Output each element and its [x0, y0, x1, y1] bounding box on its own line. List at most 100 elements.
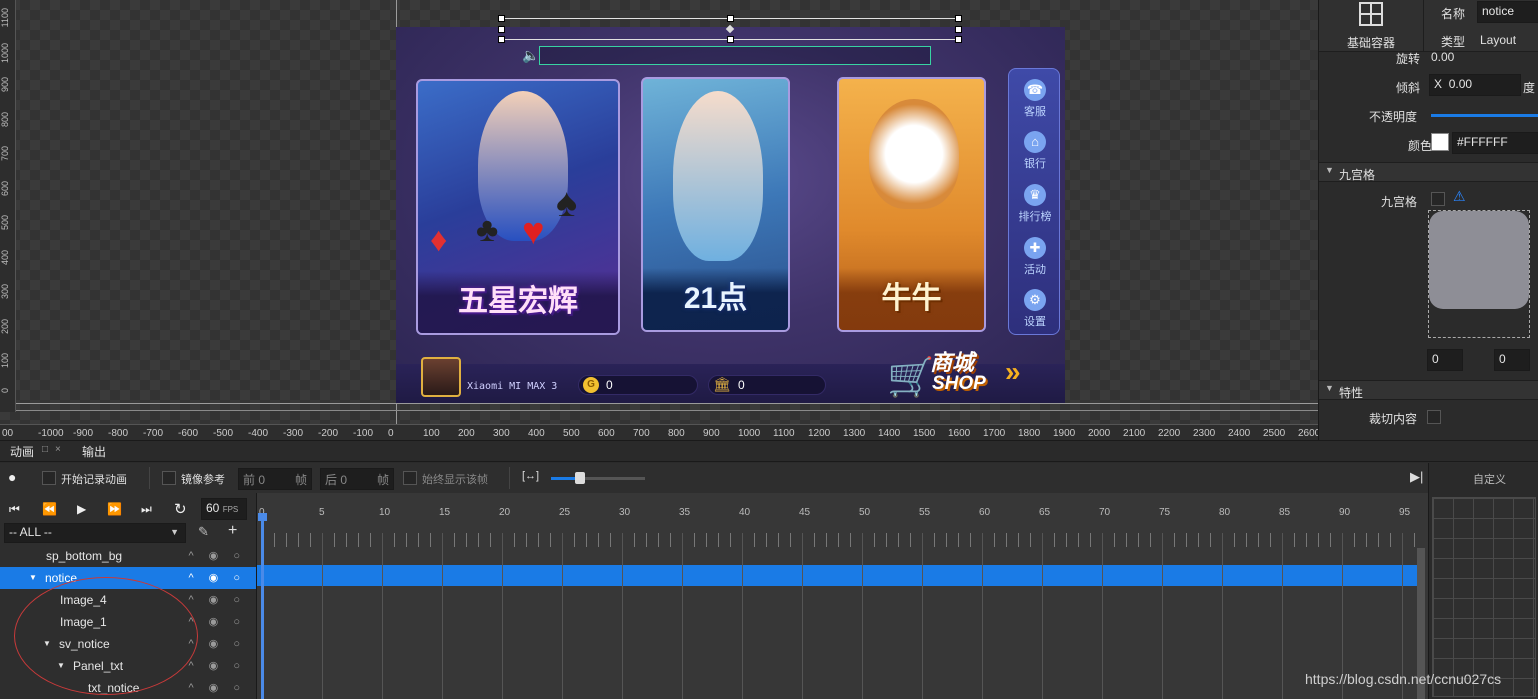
- resize-handle[interactable]: [955, 26, 962, 33]
- ruler-tick-label: 800: [668, 428, 685, 439]
- frame-tick: [814, 533, 815, 547]
- avatar[interactable]: [421, 357, 461, 397]
- add-icon[interactable]: +: [228, 522, 237, 540]
- record-checkbox[interactable]: [42, 471, 56, 485]
- game-card-21[interactable]: 21点: [641, 77, 790, 332]
- frame-tick: [478, 533, 479, 547]
- resize-handle[interactable]: [727, 36, 734, 43]
- play-icon[interactable]: ▶: [77, 502, 86, 516]
- warning-icon: ⚠: [1453, 188, 1466, 204]
- menu-item-events[interactable]: ✚ 活动: [1009, 237, 1061, 277]
- scene-canvas[interactable]: 1100 1000 900 800 700 600 500 400 300 200 100 0 🔈 ♦…: [0, 0, 1318, 440]
- section-title: 特性: [1339, 386, 1364, 400]
- color-field[interactable]: #FFFFFF: [1452, 132, 1538, 154]
- frame-tick: [394, 533, 395, 547]
- resize-handle[interactable]: [498, 15, 505, 22]
- frame-gridline: [862, 533, 863, 699]
- frame-number: 80: [1219, 507, 1231, 518]
- ruler-tick-label: 00: [2, 428, 14, 439]
- close-icon[interactable]: ×: [55, 444, 61, 455]
- ruler-tick-label: 0: [388, 428, 394, 439]
- last-frame-icon[interactable]: ⏭: [141, 502, 152, 517]
- ruler-tick-label: 300: [0, 284, 10, 300]
- ruler-tick-label: -500: [213, 428, 234, 439]
- always-show-checkbox[interactable]: [403, 471, 417, 485]
- next-frame-icon[interactable]: ⏩: [107, 502, 122, 516]
- frame-tick: [778, 533, 779, 547]
- menu-item-service[interactable]: ☎ 客服: [1009, 79, 1061, 119]
- first-frame-icon[interactable]: ⏮: [9, 502, 20, 517]
- layer-visibility-icons[interactable]: ^ ◉ ○: [188, 655, 246, 677]
- menu-item-bank[interactable]: ⌂ 银行: [1009, 131, 1061, 171]
- frame-tick: [406, 533, 407, 547]
- frame-tick: [574, 533, 575, 547]
- horizontal-ruler: 00 -1000 -900 -800 -700 -600 -500 -400 -300 -200-…: [0, 424, 1318, 440]
- section-properties[interactable]: ▼ 特性: [1319, 380, 1538, 400]
- clip-label: 裁切内容: [1369, 412, 1418, 426]
- frame-tick: [538, 533, 539, 547]
- resize-handle[interactable]: [955, 15, 962, 22]
- maximize-icon[interactable]: □: [42, 444, 48, 455]
- frame-tick: [598, 533, 599, 547]
- before-frames-field[interactable]: 前 0 帧: [238, 468, 312, 490]
- pencil-icon[interactable]: ✎: [198, 524, 209, 540]
- frame-tick: [874, 533, 875, 547]
- layer-visibility-icons[interactable]: ^ ◉ ○: [188, 567, 246, 589]
- opacity-slider[interactable]: [1431, 114, 1538, 117]
- nine-slice-left[interactable]: 0: [1427, 349, 1463, 371]
- zoom-slider-thumb[interactable]: [575, 472, 585, 484]
- notice-bar[interactable]: [539, 46, 931, 65]
- resize-handle[interactable]: [955, 36, 962, 43]
- menu-item-settings[interactable]: ⚙ 设置: [1009, 289, 1061, 329]
- cart-icon[interactable]: 🛒: [887, 356, 934, 400]
- loop-icon[interactable]: ↻: [174, 500, 187, 518]
- ruler-tick-label: 900: [0, 77, 10, 93]
- shop-subtitle[interactable]: SHOP: [932, 373, 986, 395]
- layer-visibility-icons[interactable]: ^ ◉ ○: [188, 545, 246, 567]
- timeline-track[interactable]: 05101520253035404550556065707580859095: [256, 493, 1428, 699]
- resize-handle[interactable]: [498, 36, 505, 43]
- game-card-wuxinghonghui[interactable]: ♦ ♣ ♥ ♠ 五星宏辉: [416, 79, 620, 335]
- playhead[interactable]: [261, 515, 264, 699]
- layer-row[interactable]: sp_bottom_bg ^ ◉ ○: [0, 545, 256, 567]
- nine-slice-checkbox[interactable]: [1431, 192, 1445, 206]
- selected-track-row[interactable]: [257, 565, 1417, 586]
- color-swatch[interactable]: [1431, 133, 1449, 151]
- playhead-handle[interactable]: [258, 513, 267, 521]
- nine-slice-right[interactable]: 0: [1494, 349, 1530, 371]
- after-frames-field[interactable]: 后 0 帧: [320, 468, 394, 490]
- resize-handle[interactable]: [498, 26, 505, 33]
- layer-visibility-icons[interactable]: ^ ◉ ○: [188, 677, 246, 699]
- ruler-tick-label: -900: [73, 428, 94, 439]
- type-label: 类型: [1441, 35, 1466, 49]
- layer-filter-select[interactable]: -- ALL -- ▼: [4, 523, 186, 543]
- clip-checkbox[interactable]: [1427, 410, 1441, 424]
- frame-tick: [1378, 533, 1379, 547]
- frame-tick: [1234, 533, 1235, 547]
- name-field[interactable]: notice: [1477, 1, 1538, 23]
- mirror-checkbox[interactable]: [162, 471, 176, 485]
- tab-animation[interactable]: 动画: [2, 442, 42, 462]
- add-keyframe-icon[interactable]: ●: [8, 469, 16, 485]
- watermark: https://blog.csdn.net/ccnu027cs: [1305, 671, 1502, 687]
- tab-output[interactable]: 输出: [74, 442, 114, 462]
- expand-arrow-icon[interactable]: ▼: [29, 567, 37, 589]
- fit-frames-icon[interactable]: [↔]: [522, 470, 539, 482]
- skew-field[interactable]: X 0.00: [1429, 74, 1521, 96]
- play-end-icon[interactable]: ▶|: [1410, 469, 1423, 485]
- custom-label[interactable]: 自定义: [1473, 471, 1506, 487]
- game-card-niuniu[interactable]: 牛牛: [837, 77, 986, 332]
- menu-item-ranking[interactable]: ♛ 排行榜: [1009, 184, 1061, 224]
- color-label: 颜色: [1408, 139, 1433, 153]
- prev-frame-icon[interactable]: ⏪: [42, 502, 57, 516]
- curve-grid[interactable]: [1432, 497, 1536, 697]
- fps-field[interactable]: 60 FPS: [201, 498, 247, 520]
- layer-visibility-icons[interactable]: ^ ◉ ○: [188, 589, 246, 611]
- frame-tick: [1414, 533, 1415, 547]
- ruler-tick-label: 1400: [878, 428, 901, 439]
- resize-handle[interactable]: [727, 15, 734, 22]
- frame-gridline: [382, 533, 383, 699]
- rotation-value[interactable]: 0.00: [1431, 50, 1454, 64]
- nine-slice-preview[interactable]: [1429, 211, 1529, 309]
- section-nine-slice[interactable]: ▼ 九宫格: [1319, 162, 1538, 182]
